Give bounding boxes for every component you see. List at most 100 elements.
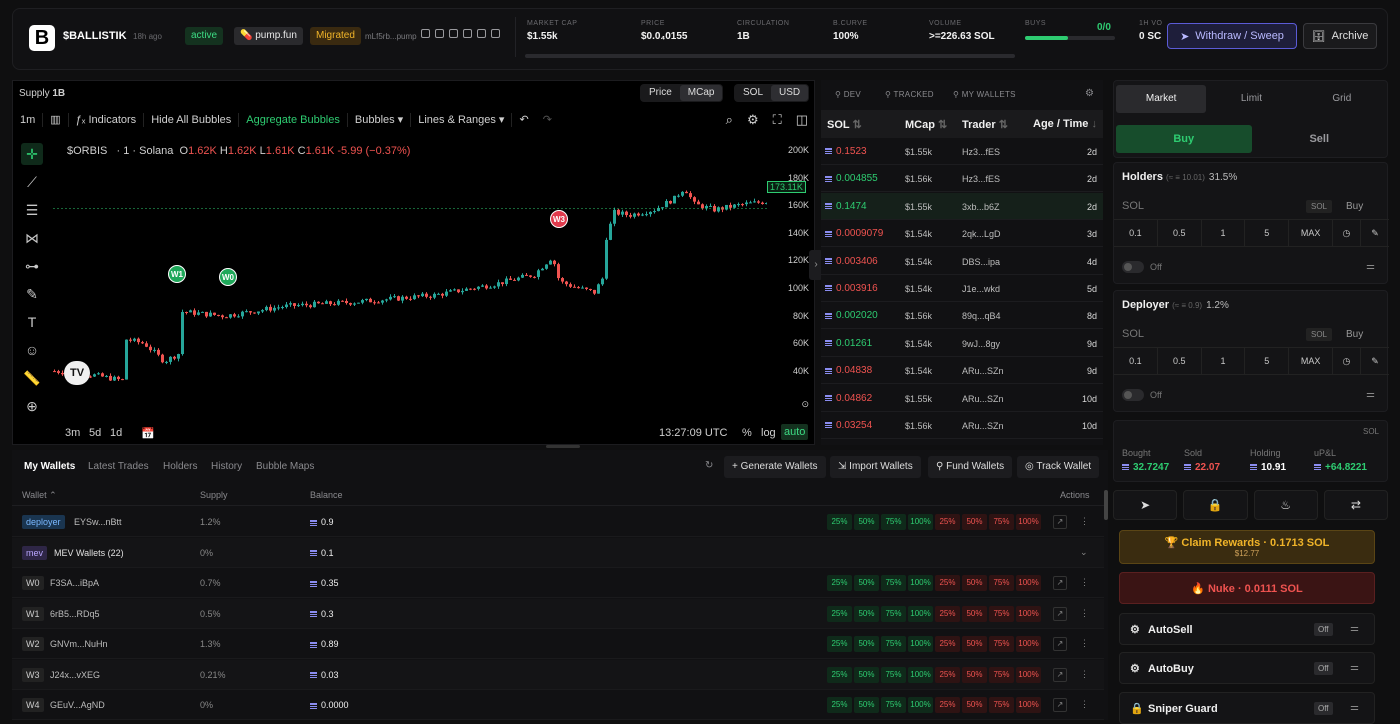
trade-trader[interactable]: J1e...wkd [962,284,1000,294]
sliders-icon[interactable]: ⚌ [1350,702,1359,713]
sell-pct-button[interactable]: 50% [962,575,987,591]
tab-history[interactable]: History [211,461,242,472]
buy-pct-button[interactable]: 75% [881,636,906,652]
shuffle-icon[interactable]: ⇄ [1323,490,1388,520]
edit-icon[interactable]: ✎ [1361,220,1389,246]
autobuy-state[interactable]: Off [1314,662,1333,675]
filter-my-wallets[interactable]: ⚲ MY WALLETS [953,90,1016,99]
search-icon[interactable] [463,29,472,38]
sell-pct-button[interactable]: 25% [935,605,960,622]
crosshair-icon[interactable]: ✛ [21,143,43,165]
sliders-icon[interactable]: ⚌ [1366,389,1375,400]
col-sol[interactable]: SOL ⇅ [827,118,862,131]
sell-pct-button[interactable]: 100% [1016,514,1041,530]
col-age[interactable]: Age / Time ↓ [1033,118,1097,130]
sell-pct-button[interactable]: 50% [962,666,987,683]
wallet-row[interactable]: W1 6rB5...RDq5 0.5% 0.3 25% 50% 75% 100% 25% 50% 7… [12,598,1104,629]
external-link-icon[interactable]: ↗ [1053,515,1067,529]
deployer-buy-button[interactable]: Buy [1346,329,1363,340]
sell-pct-button[interactable]: 25% [935,575,960,591]
wallet-address[interactable]: GEuV...AgND [50,700,105,710]
edit-icon[interactable]: ✎ [1361,348,1389,374]
wallet-address[interactable]: MEV Wallets (22) [54,548,124,558]
auto-toggle[interactable]: auto [781,424,809,440]
redo-icon[interactable]: ↷ [536,113,559,127]
x-icon[interactable] [435,29,444,38]
tab-grid[interactable]: Grid [1297,85,1387,113]
trade-row[interactable]: 0.004855 $1.56k Hz3...fES 2d [821,165,1103,193]
timer-icon[interactable]: ◷ [1333,220,1361,246]
timer-icon[interactable]: ◷ [1333,348,1361,374]
brush-icon[interactable]: ✎ [21,283,43,305]
trade-trader[interactable]: 9wJ...8gy [962,339,1000,349]
autobuy-row[interactable]: ⚙ AutoBuy Off ⚌ [1119,652,1375,684]
buy-pct-button[interactable]: 25% [827,697,852,713]
tab-bubble-maps[interactable]: Bubble Maps [256,461,314,472]
settings-icon[interactable]: ⚙ [1085,88,1094,99]
wallet-address[interactable]: EYSw...nBtt [74,517,122,527]
trade-trader[interactable]: ARu...SZn [962,394,1004,404]
trade-row[interactable]: 0.04838 $1.54k ARu...SZn 9d [821,357,1103,385]
resize-handle[interactable] [546,445,580,448]
filter-tracked[interactable]: ⚲ TRACKED [885,90,934,99]
sell-pct-button[interactable]: 50% [962,514,987,530]
deployer-sol-unit[interactable]: SOL [1306,328,1333,341]
archive-button[interactable]: 🗄 Archive [1303,23,1377,49]
trade-trader[interactable]: Hz3...fES [962,174,1000,184]
telegram-icon[interactable] [449,29,458,38]
candlestick-chart[interactable] [53,141,767,381]
sell-pct-button[interactable]: 100% [1016,605,1041,622]
sell-pct-button[interactable]: 25% [935,697,960,713]
more-icon[interactable]: ⋮ [1080,638,1089,649]
external-link-icon[interactable]: ↗ [1053,698,1067,712]
sell-pct-button[interactable]: 75% [989,666,1014,683]
trade-row[interactable]: 0.03254 $1.56k ARu...SZn 10d [821,412,1103,439]
sliders-icon[interactable]: ⚌ [1350,623,1359,634]
tab-my-wallets[interactable]: My Wallets [24,461,75,472]
platform-badge[interactable]: 💊 pump.fun [234,27,303,45]
wallet-row[interactable]: mev MEV Wallets (22) 0% 0.1 ⌄ [12,537,1104,568]
buy-pct-button[interactable]: 100% [908,666,933,683]
fib-icon[interactable]: ☰ [21,199,43,221]
buy-pct-button[interactable]: 50% [854,514,879,530]
wallets-scrollbar[interactable] [1104,490,1108,520]
sell-pct-button[interactable]: 75% [989,605,1014,622]
wallet-address[interactable]: GNVm...NuHn [50,639,108,649]
trade-row[interactable]: 0.04862 $1.55k ARu...SZn 10d [821,385,1103,412]
buy-pct-button[interactable]: 100% [908,605,933,622]
holders-sol-unit[interactable]: SOL [1306,200,1333,213]
autosell-row[interactable]: ⚙ AutoSell Off ⚌ [1119,613,1375,645]
trade-row[interactable]: 0.0009079 $1.54k 2qk...LgD 3d [821,220,1103,248]
range-5d[interactable]: 5d [89,427,101,439]
sell-pct-button[interactable]: 25% [935,666,960,683]
sell-pct-button[interactable]: 75% [989,514,1014,530]
buy-pct-button[interactable]: 50% [854,666,879,683]
wallet-address[interactable]: 6rB5...RDq5 [50,609,100,619]
bubble-w3[interactable]: W3 [550,210,568,228]
sell-pct-button[interactable]: 100% [1016,636,1041,652]
sniper-guard-state[interactable]: Off [1314,702,1333,715]
withdraw-sweep-button[interactable]: ➤ Withdraw / Sweep [1167,23,1297,49]
buy-pct-button[interactable]: 100% [908,697,933,713]
copy-icon[interactable] [421,29,430,38]
quick-1[interactable]: 1 [1202,348,1246,374]
sliders-icon[interactable]: ⚌ [1366,261,1375,272]
buy-pct-button[interactable]: 100% [908,636,933,652]
trade-trader[interactable]: 89q...qB4 [962,311,1001,321]
sell-pct-button[interactable]: 100% [1016,575,1041,591]
tab-latest-trades[interactable]: Latest Trades [88,461,149,472]
sell-pct-button[interactable]: 25% [935,636,960,652]
col-mcap[interactable]: MCap ⇅ [905,118,947,131]
buy-pct-button[interactable]: 25% [827,514,852,530]
sell-pct-button[interactable]: 100% [1016,697,1041,713]
toggle-mcap[interactable]: MCap [679,85,723,101]
buy-pct-button[interactable]: 75% [881,605,906,622]
buy-tab[interactable]: Buy [1116,125,1252,153]
trade-row[interactable]: 0.002020 $1.56k 89q...qB4 8d [821,302,1103,330]
trade-trader[interactable]: ARu...SZn [962,421,1004,431]
sell-pct-button[interactable]: 75% [989,575,1014,591]
sell-pct-button[interactable]: 50% [962,697,987,713]
undo-icon[interactable]: ↶ [512,113,535,127]
wallet-row[interactable]: W4 GEuV...AgND 0% 0.0000 25% 50% 75% 100% 25% 50%… [12,690,1104,720]
external-link-icon[interactable]: ↗ [1053,606,1067,621]
